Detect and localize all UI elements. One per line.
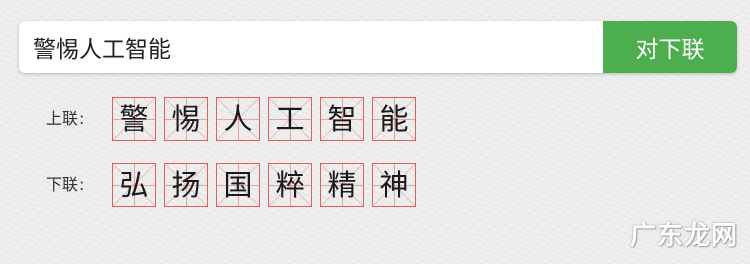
upper-char: 惕 xyxy=(171,102,201,136)
lower-label-text: 下联 xyxy=(46,175,79,194)
upper-char: 人 xyxy=(223,102,253,136)
lower-char-cell: 粹 xyxy=(268,163,312,207)
site-watermark: 广东龙网 xyxy=(629,221,738,251)
upper-char: 警 xyxy=(119,102,149,136)
upper-char: 能 xyxy=(379,102,409,136)
upper-char-cell: 能 xyxy=(372,97,416,141)
upper-char-cell: 惕 xyxy=(164,97,208,141)
lower-char-cell: 国 xyxy=(216,163,260,207)
upper-char-cell: 智 xyxy=(320,97,364,141)
lower-char-cell: 神 xyxy=(372,163,416,207)
lower-char: 扬 xyxy=(171,168,201,202)
upper-couplet-label: 上联: xyxy=(46,105,84,129)
lower-char-cell: 弘 xyxy=(112,163,156,207)
lower-char: 弘 xyxy=(119,168,149,202)
couplet-input[interactable] xyxy=(19,21,603,73)
upper-char-cell: 警 xyxy=(112,97,156,141)
upper-label-text: 上联 xyxy=(46,109,79,128)
upper-char: 智 xyxy=(327,102,357,136)
lower-char: 精 xyxy=(327,168,357,202)
lower-char-cell: 精 xyxy=(320,163,364,207)
lower-char-cell: 扬 xyxy=(164,163,208,207)
upper-label-colon: : xyxy=(79,109,85,128)
couplet-search-bar: 对下联 xyxy=(19,21,737,73)
lower-couplet-label: 下联: xyxy=(46,171,84,195)
lower-char: 神 xyxy=(379,168,409,202)
upper-char-cell: 工 xyxy=(268,97,312,141)
upper-char-cell: 人 xyxy=(216,97,260,141)
lower-label-colon: : xyxy=(79,175,85,194)
lower-char: 粹 xyxy=(275,168,305,202)
match-couplet-button[interactable]: 对下联 xyxy=(603,21,737,73)
lower-char: 国 xyxy=(223,168,253,202)
upper-char: 工 xyxy=(275,102,305,136)
